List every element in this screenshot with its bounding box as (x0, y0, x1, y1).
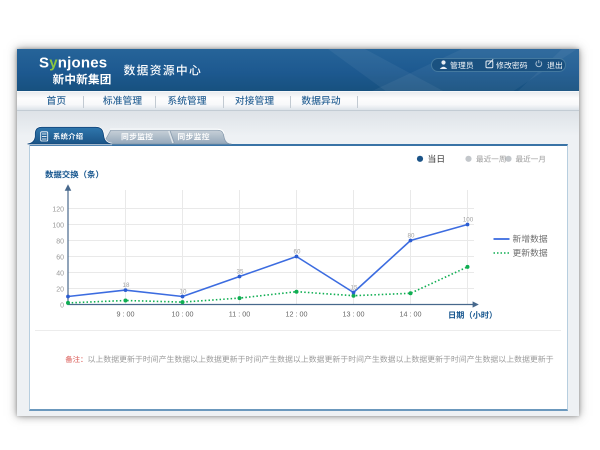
svg-text:120: 120 (52, 206, 64, 213)
svg-text:100: 100 (463, 216, 474, 223)
svg-text:18: 18 (123, 282, 130, 289)
svg-text:60: 60 (294, 248, 301, 255)
svg-text:0: 0 (60, 302, 64, 309)
svg-text:100: 100 (52, 222, 64, 229)
svg-text:60: 60 (56, 254, 64, 261)
svg-text:11 : 00: 11 : 00 (229, 310, 250, 319)
svg-text:35: 35 (237, 268, 244, 275)
svg-text:Synjones: Synjones (39, 55, 107, 72)
svg-text:10 : 00: 10 : 00 (172, 310, 194, 319)
svg-text:12 : 00: 12 : 00 (286, 310, 308, 319)
svg-text:80: 80 (56, 238, 64, 245)
svg-text:14 : 00: 14 : 00 (400, 310, 422, 319)
svg-text:80: 80 (408, 232, 415, 239)
svg-text:10: 10 (180, 288, 187, 295)
svg-text:40: 40 (56, 270, 64, 277)
svg-text:13 : 00: 13 : 00 (343, 310, 365, 319)
svg-text:15: 15 (351, 284, 358, 291)
svg-text:20: 20 (56, 286, 64, 293)
svg-text:9 : 00: 9 : 00 (117, 310, 135, 319)
